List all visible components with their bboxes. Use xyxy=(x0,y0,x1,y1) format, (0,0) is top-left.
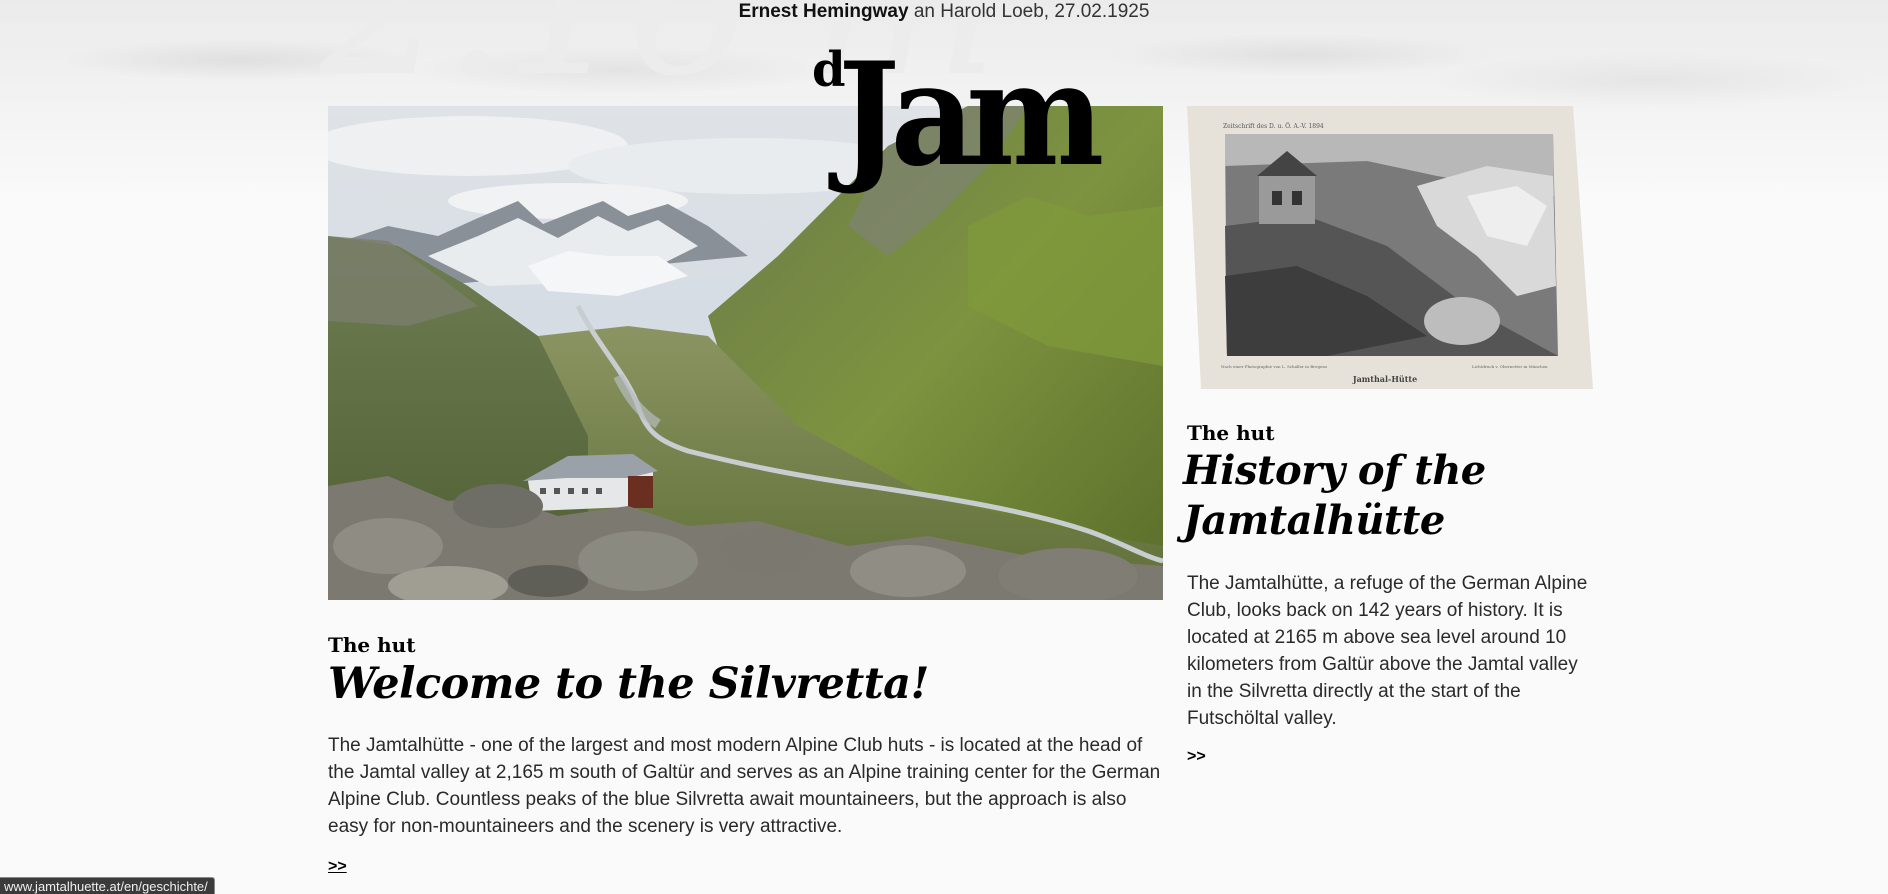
browser-status-bar: www.jamtalhuette.at/en/geschichte/ xyxy=(0,877,215,894)
welcome-kicker: The hut xyxy=(328,633,416,657)
header-quote: Ernest Hemingway an Harold Loeb, 27.02.1… xyxy=(0,0,1888,24)
photo-caption-right: Lichtdruck v. Obernetter in München xyxy=(1472,364,1548,369)
historic-hut-photo[interactable]: Zeitschrift des D. u. Ö. A.-V. 1894 Nach… xyxy=(1187,106,1593,389)
logo-jam: Jam xyxy=(838,32,1104,198)
page: 2.16 m Ernest Hemingway an Harold Loeb, … xyxy=(0,0,1888,894)
welcome-more-link[interactable]: >> xyxy=(328,858,347,876)
photo-caption-left: Nach einer Photographie von L. Schaller … xyxy=(1221,364,1327,369)
quote-source: an Harold Loeb, 27.02.1925 xyxy=(913,1,1150,22)
history-more-link[interactable]: >> xyxy=(1187,748,1206,766)
welcome-section: The hut Welcome to the Silvretta! The Ja… xyxy=(328,632,1163,876)
quote-author: Ernest Hemingway xyxy=(738,1,909,22)
history-kicker: The hut xyxy=(1187,421,1275,445)
welcome-body: The Jamtalhütte - one of the largest and… xyxy=(328,735,1161,837)
history-section: The hut History of the Jamtalhütte The J… xyxy=(1183,420,1597,766)
welcome-title: Welcome to the Silvretta! xyxy=(328,659,929,709)
photo-caption-center: Jamthal-Hütte xyxy=(1352,374,1417,384)
site-logo[interactable]: d Jam xyxy=(808,36,1110,214)
history-title: History of the Jamtalhütte xyxy=(1183,447,1486,544)
history-body: The Jamtalhütte, a refuge of the German … xyxy=(1187,573,1588,729)
photo-caption-top: Zeitschrift des D. u. Ö. A.-V. 1894 xyxy=(1223,123,1324,130)
